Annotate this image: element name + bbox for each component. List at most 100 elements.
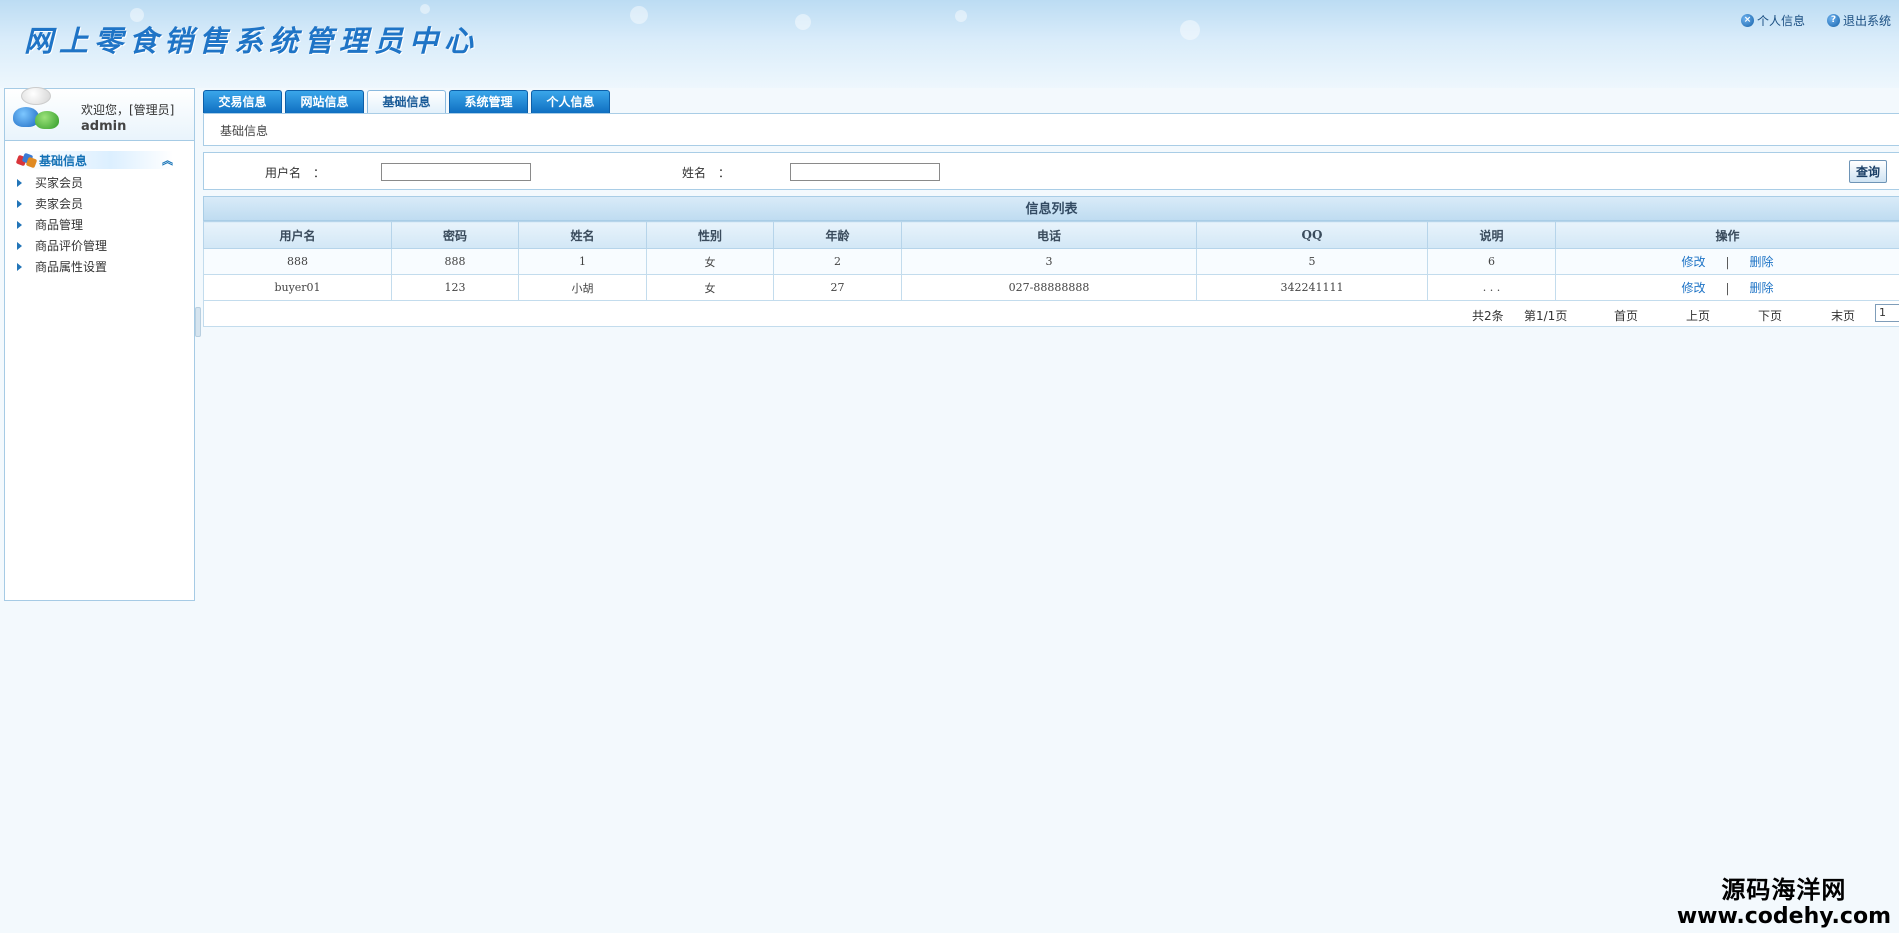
tab-bar: 交易信息 网站信息 基础信息 系统管理 个人信息 — [203, 90, 610, 113]
sidebar-item-product-management[interactable]: 商品管理 — [5, 214, 194, 235]
column-header: 性别 — [646, 221, 774, 249]
cell-age: 2 — [773, 248, 902, 275]
header-banner: 网上零食销售系统管理员中心 × 个人信息 ? 退出系统 — [0, 0, 1899, 88]
sidebar-item-review-management[interactable]: 商品评价管理 — [5, 235, 194, 256]
user-box: 欢迎您，[管理员] admin — [5, 87, 194, 141]
tab-system-management[interactable]: 系统管理 — [449, 90, 528, 113]
avatar — [11, 85, 63, 139]
sidebar-item-seller-members[interactable]: 卖家会员 — [5, 193, 194, 214]
table-row: buyer01 123 小胡 女 27 027-88888888 3422411… — [203, 274, 1899, 301]
delete-link[interactable]: 删除 — [1750, 281, 1774, 295]
cell-password: 123 — [391, 274, 519, 301]
column-header: 姓名 — [518, 221, 647, 249]
total-count: 共2条 — [1472, 309, 1504, 323]
cell-gender: 女 — [646, 248, 774, 275]
username-search-label: 用户名 ： — [265, 166, 326, 180]
personal-info-link[interactable]: × 个人信息 — [1740, 12, 1805, 29]
welcome-text: 欢迎您，[管理员] — [81, 103, 175, 117]
sidebar-item-buyer-members[interactable]: 买家会员 — [5, 172, 194, 193]
search-bar: 用户名 ： 姓名 ： 查询 — [203, 152, 1899, 190]
edit-link[interactable]: 修改 — [1681, 255, 1705, 269]
watermark-url: www.codehy.com — [1676, 904, 1891, 929]
personal-info-label: 个人信息 — [1756, 14, 1805, 28]
first-page-link[interactable]: 首页 — [1614, 307, 1638, 324]
page-select[interactable]: 1 — [1875, 304, 1899, 322]
pagination-bar: 共2条 第1/1页 首页 上页 下页 末页 1 — [203, 301, 1899, 327]
sidebar-collapse-handle[interactable] — [195, 307, 201, 337]
cell-qq: 342241111 — [1196, 274, 1428, 301]
cell-gender: 女 — [646, 274, 774, 301]
tab-content-strip: 基础信息 — [203, 113, 1899, 146]
list-title: 信息列表 — [203, 196, 1899, 221]
triangle-right-icon — [17, 241, 22, 250]
tab-transactions[interactable]: 交易信息 — [203, 90, 282, 113]
top-links: × 个人信息 ? 退出系统 — [1740, 12, 1891, 29]
info-list-panel: 信息列表 用户名 密码 姓名 性别 年龄 电话 QQ 说明 操作 888 888 — [203, 196, 1899, 327]
triangle-right-icon — [17, 178, 22, 187]
cell-phone: 027-88888888 — [901, 274, 1197, 301]
delete-link[interactable]: 删除 — [1750, 255, 1774, 269]
nav-group-label: 基础信息 — [39, 153, 88, 168]
breadcrumb: 基础信息 — [220, 124, 269, 138]
last-page-link[interactable]: 末页 — [1831, 307, 1855, 324]
sidebar-item-label: 商品评价管理 — [35, 239, 108, 253]
name-search-input[interactable] — [790, 163, 940, 181]
username-text: admin — [81, 119, 127, 134]
cell-note: . . . — [1427, 274, 1556, 301]
page-info: 第1/1页 — [1524, 309, 1568, 323]
username-search-input[interactable] — [381, 163, 531, 181]
bokeh-decoration — [1180, 20, 1200, 40]
cell-actions: 修改 | 删除 — [1555, 248, 1899, 275]
logout-link[interactable]: ? 退出系统 — [1826, 12, 1891, 29]
sidebar-item-label: 商品属性设置 — [35, 260, 108, 274]
watermark-text: 源码海洋网 — [1721, 876, 1847, 904]
chevron-up-icon[interactable]: ︽ — [162, 152, 173, 168]
info-table: 用户名 密码 姓名 性别 年龄 电话 QQ 说明 操作 888 888 1 女 … — [203, 221, 1899, 301]
edit-link[interactable]: 修改 — [1681, 281, 1705, 295]
query-button[interactable]: 查询 — [1849, 160, 1887, 183]
tab-basic-info[interactable]: 基础信息 — [367, 90, 446, 113]
prev-page-link[interactable]: 上页 — [1686, 307, 1710, 324]
tab-personal-info[interactable]: 个人信息 — [531, 90, 610, 113]
nav-list: 买家会员 卖家会员 商品管理 商品评价管理 商品属性设置 — [5, 172, 194, 277]
sidebar-item-label: 卖家会员 — [35, 197, 84, 211]
nav-group-basic-info[interactable]: 基础信息 ︽ — [15, 151, 173, 169]
sidebar-item-label: 买家会员 — [35, 176, 84, 190]
cell-phone: 3 — [901, 248, 1197, 275]
table-row: 888 888 1 女 2 3 5 6 修改 | 删除 — [203, 248, 1899, 275]
app-title: 网上零食销售系统管理员中心 — [24, 24, 480, 58]
cell-qq: 5 — [1196, 248, 1428, 275]
cell-password: 888 — [391, 248, 519, 275]
column-header: 电话 — [901, 221, 1197, 249]
cell-name: 小胡 — [518, 274, 647, 301]
action-separator: | — [1725, 255, 1730, 269]
logout-label: 退出系统 — [1842, 14, 1891, 28]
cell-name: 1 — [518, 248, 647, 275]
action-separator: | — [1725, 281, 1730, 295]
bokeh-decoration — [955, 10, 967, 22]
cell-note: 6 — [1427, 248, 1556, 275]
triangle-right-icon — [17, 199, 22, 208]
column-header: QQ — [1196, 221, 1428, 249]
column-header: 密码 — [391, 221, 519, 249]
cell-age: 27 — [773, 274, 902, 301]
column-header: 说明 — [1427, 221, 1556, 249]
bokeh-decoration — [795, 14, 811, 30]
name-search-label: 姓名 ： — [682, 166, 731, 180]
books-icon — [15, 152, 38, 169]
sidebar-item-label: 商品管理 — [35, 218, 84, 232]
bokeh-decoration — [630, 6, 648, 24]
column-header: 年龄 — [773, 221, 902, 249]
triangle-right-icon — [17, 220, 22, 229]
cell-actions: 修改 | 删除 — [1555, 274, 1899, 301]
table-header-row: 用户名 密码 姓名 性别 年龄 电话 QQ 说明 操作 — [203, 221, 1899, 249]
tab-site-info[interactable]: 网站信息 — [285, 90, 364, 113]
column-header: 操作 — [1555, 221, 1899, 249]
column-header: 用户名 — [203, 221, 392, 249]
cell-username: buyer01 — [203, 274, 392, 301]
sidebar: 欢迎您，[管理员] admin 基础信息 ︽ 买家会员 卖家会员 商品管理 商品… — [4, 87, 195, 601]
next-page-link[interactable]: 下页 — [1758, 307, 1782, 324]
sidebar-item-attribute-settings[interactable]: 商品属性设置 — [5, 256, 194, 277]
cell-username: 888 — [203, 248, 392, 275]
watermark: 源码海洋网 www.codehy.com — [1677, 870, 1891, 929]
